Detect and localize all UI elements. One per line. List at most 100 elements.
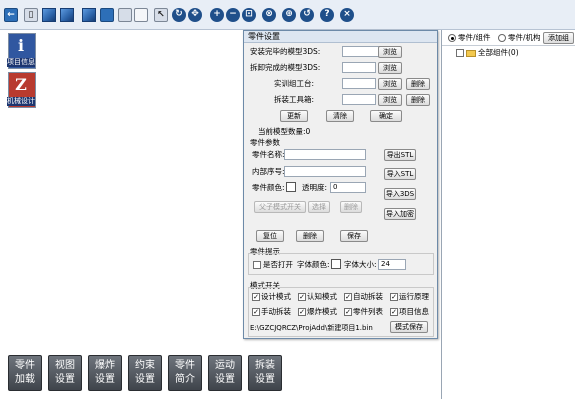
browse-disassemble-button[interactable]: 浏览: [378, 62, 402, 74]
parent-child-switch-button[interactable]: 父子模式开关: [254, 201, 306, 213]
select-cursor-icon[interactable]: ↖: [154, 8, 168, 22]
open-hint-checkbox[interactable]: [253, 261, 261, 269]
mechanical-design-button[interactable]: Z 机械设计: [7, 72, 36, 108]
browse-install-button[interactable]: 浏览: [378, 46, 402, 58]
toolbox-input[interactable]: [342, 94, 376, 105]
disassemble-model-input[interactable]: [342, 62, 376, 73]
view-settings-button[interactable]: 视图 设置: [48, 355, 82, 391]
part-intro-line2: 简介: [175, 374, 195, 385]
tree-root-label[interactable]: 全部组件(0): [478, 48, 519, 58]
constraint-settings-button[interactable]: 约束 设置: [128, 355, 162, 391]
disassembly-settings-line2: 设置: [255, 374, 275, 385]
help-icon[interactable]: ?: [320, 8, 334, 22]
mechanical-design-label: 机械设计: [7, 97, 35, 106]
mode-auto-disassemble-checkbox[interactable]: ✓: [344, 293, 352, 301]
back-arrow-icon[interactable]: ←: [4, 8, 18, 22]
info-icon: i: [17, 36, 25, 55]
explode-settings-button[interactable]: 爆炸 设置: [88, 355, 122, 391]
toolbox-label: 拆装工具箱:: [274, 95, 315, 104]
import-add-button[interactable]: 导入加密: [384, 208, 416, 220]
radio-parts-components-label: 零件/组件: [458, 33, 491, 42]
inner-seq-input[interactable]: [284, 166, 366, 177]
cube-side-icon[interactable]: [60, 8, 74, 22]
rotate-icon[interactable]: ↻: [172, 8, 186, 22]
mode-design-checkbox[interactable]: ✓: [252, 293, 260, 301]
tree-root-checkbox[interactable]: [456, 49, 464, 57]
constraint-settings-line1: 约束: [135, 360, 155, 371]
component-tree[interactable]: 全部组件(0): [442, 45, 575, 396]
import-3ds-button[interactable]: 导入3DS: [384, 188, 416, 200]
file-path-text: E:\GZCJQRCZ\ProjAdd\新建项目1.bin: [250, 324, 373, 332]
explode-settings-line1: 爆炸: [95, 360, 115, 371]
workbench-input[interactable]: [342, 78, 376, 89]
save-button[interactable]: 保存: [340, 230, 368, 242]
delete-child-button[interactable]: 删除: [340, 201, 362, 213]
browse-workbench-button[interactable]: 浏览: [378, 78, 402, 90]
mode-project-info-checkbox[interactable]: ✓: [390, 308, 398, 316]
mode-cognition-label: 认知模式: [307, 292, 337, 301]
project-info-button[interactable]: i 项目信息: [7, 33, 36, 69]
explode-icon[interactable]: ⊗: [262, 8, 276, 22]
disassembly-settings-button[interactable]: 拆装 设置: [248, 355, 282, 391]
part-intro-line1: 零件: [175, 360, 195, 371]
panel-blue-icon[interactable]: [100, 8, 114, 22]
model-count-text: 当前模型数量:0: [258, 127, 311, 136]
mode-explode-label: 爆炸模式: [307, 307, 337, 316]
radio-parts-mechanism-label: 零件/机构: [508, 33, 541, 42]
reset-icon[interactable]: ↺: [300, 8, 314, 22]
browse-toolbox-button[interactable]: 浏览: [378, 94, 402, 106]
part-color-swatch[interactable]: [286, 182, 296, 192]
transparency-input[interactable]: 0: [330, 182, 366, 193]
disassembly-settings-line1: 拆装: [255, 360, 275, 371]
inner-seq-label: 内部序号:: [252, 167, 285, 176]
cube-top-icon[interactable]: [82, 8, 96, 22]
delete-toolbox-button[interactable]: 删除: [406, 94, 430, 106]
mode-manual-checkbox[interactable]: ✓: [252, 308, 260, 316]
document-icon[interactable]: ▯: [24, 8, 38, 22]
part-name-input[interactable]: [284, 149, 366, 160]
clear-button[interactable]: 清除: [326, 110, 354, 122]
part-intro-button[interactable]: 零件 简介: [168, 355, 202, 391]
part-load-button[interactable]: 零件 加载: [8, 355, 42, 391]
zoom-fit-icon[interactable]: ⊡: [242, 8, 256, 22]
radio-parts-components[interactable]: [448, 34, 456, 42]
design-icon: Z: [15, 75, 27, 94]
delete-part-button[interactable]: 删除: [296, 230, 324, 242]
explode-settings-line2: 设置: [95, 374, 115, 385]
add-group-button[interactable]: 添加组: [543, 32, 574, 44]
part-params-header: 零件参数: [250, 138, 280, 147]
motion-settings-line2: 设置: [215, 374, 235, 385]
panel-white-icon[interactable]: [134, 8, 148, 22]
component-tree-panel: 零件/组件 零件/机构 添加组 全部组件(0): [441, 30, 575, 399]
confirm-button[interactable]: 确定: [370, 110, 402, 122]
update-button[interactable]: 更新: [280, 110, 308, 122]
part-name-label: 零件名称:: [252, 150, 285, 159]
dialog-title: 零件设置: [244, 31, 437, 43]
motion-settings-button[interactable]: 运动 设置: [208, 355, 242, 391]
disassemble-model-label: 拆卸完成的模型3DS:: [250, 63, 321, 72]
close-icon[interactable]: ×: [340, 8, 354, 22]
mode-project-info-label: 项目信息: [399, 307, 429, 316]
cube-front-icon[interactable]: [42, 8, 56, 22]
mode-save-button[interactable]: 模式保存: [390, 321, 428, 333]
select-button[interactable]: 选择: [308, 201, 330, 213]
mode-cognition-checkbox[interactable]: ✓: [298, 293, 306, 301]
import-stl-button[interactable]: 导入STL: [384, 168, 416, 180]
delete-workbench-button[interactable]: 删除: [406, 78, 430, 90]
reset-button[interactable]: 复位: [256, 230, 284, 242]
panel-gray-icon[interactable]: [118, 8, 132, 22]
radio-parts-mechanism[interactable]: [498, 34, 506, 42]
part-load-line1: 零件: [15, 360, 35, 371]
pan-icon[interactable]: ✥: [188, 8, 202, 22]
assembly-icon[interactable]: ⊕: [282, 8, 296, 22]
mode-part-list-checkbox[interactable]: ✓: [344, 308, 352, 316]
mode-principle-checkbox[interactable]: ✓: [390, 293, 398, 301]
main-toolbar: ← ▯ ↖ ↻ ✥ + − ⊡ ⊗ ⊕ ↺ ? ×: [0, 0, 575, 30]
font-size-input[interactable]: 24: [378, 259, 406, 270]
export-stl-button[interactable]: 导出STL: [384, 149, 416, 161]
zoom-in-icon[interactable]: +: [210, 8, 224, 22]
mode-explode-checkbox[interactable]: ✓: [298, 308, 306, 316]
font-color-swatch[interactable]: [331, 259, 341, 269]
motion-settings-line1: 运动: [215, 360, 235, 371]
zoom-out-icon[interactable]: −: [226, 8, 240, 22]
